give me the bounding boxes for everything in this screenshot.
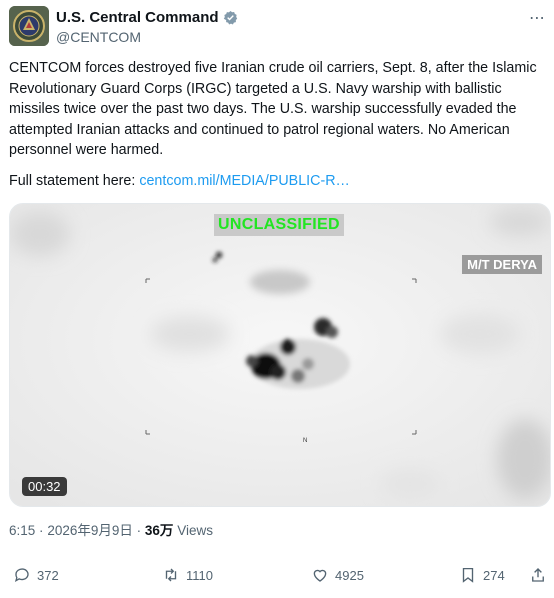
like-button[interactable]: 4925 [311,566,364,584]
meta-separator: · [39,523,44,538]
north-marker: N [303,438,307,444]
name-row: U.S. Central Command [56,9,238,26]
bookmark-icon [462,567,474,583]
repost-count: 1110 [186,567,213,583]
tweet-text: CENTCOM forces destroyed five Iranian cr… [9,60,537,158]
blurred-label [250,270,310,294]
statement-prefix: Full statement here: [9,173,140,189]
account-handle[interactable]: @CENTCOM [56,29,141,45]
tweet-meta: 6:15 · 2026年9月9日 · 36万 Views [9,519,213,539]
centcom-seal-icon [9,6,49,46]
verified-badge-icon [223,10,237,25]
classification-banner: UNCLASSIFIED [214,214,344,236]
views-label: Views [177,523,213,538]
video-player[interactable]: N UNCLASSIFIED M/T DERYA 00:32 [9,203,551,507]
bookmark-count: 274 [483,567,505,583]
meta-separator: · [136,523,142,538]
share-button[interactable] [529,566,553,584]
views-count: 36万 [144,523,174,538]
bookmark-button[interactable]: 274 [459,566,505,584]
statement-line: Full statement here: centcom.mil/MEDIA/P… [9,173,350,189]
statement-link[interactable]: centcom.mil/MEDIA/PUBLIC-R… [139,173,350,189]
vessel-label: M/T DERYA [462,255,542,274]
like-count: 4925 [335,567,364,583]
more-options-icon[interactable]: ⋯ [529,8,546,28]
action-bar: 372 1110 4925 274 [9,566,549,592]
share-icon [532,568,544,582]
reply-count: 372 [37,567,59,583]
video-duration: 00:32 [22,477,67,496]
repost-icon [165,568,177,582]
post-time[interactable]: 6:15 [9,523,35,538]
display-name[interactable]: U.S. Central Command [56,9,219,26]
avatar[interactable] [9,6,49,46]
repost-button[interactable]: 1110 [162,566,213,584]
tweet-header: U.S. Central Command @CENTCOM ⋯ [9,6,549,50]
video-frame: N [10,204,550,506]
reply-icon [14,568,29,582]
post-date[interactable]: 2026年9月9日 [47,523,133,538]
heart-icon [313,569,327,582]
reply-button[interactable]: 372 [13,566,59,584]
